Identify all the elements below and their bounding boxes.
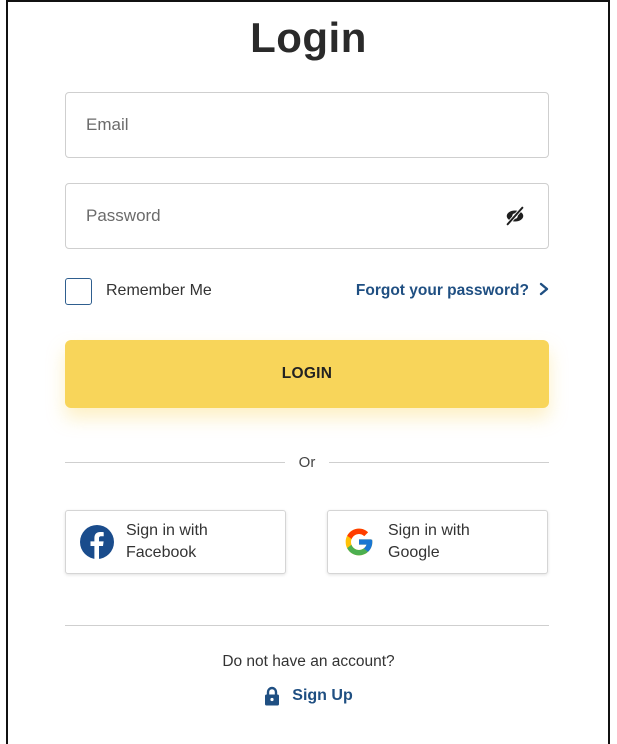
forgot-password-link[interactable]: Forgot your password? [356,282,549,301]
password-input[interactable] [86,184,502,248]
remember-label: Remember Me [106,282,212,299]
lock-icon [264,686,280,706]
divider-line-right [329,461,550,463]
email-field[interactable] [65,92,549,158]
facebook-signin-label: Sign in with Facebook [126,522,208,561]
remember-row: Remember Me Forgot your password? [65,277,549,305]
remember-checkbox[interactable] [65,277,92,305]
remember-me: Remember Me [65,277,212,305]
chevron-right-icon [539,282,549,301]
no-account-prompt: Do not have an account? [222,653,395,670]
forgot-password-label: Forgot your password? [355,282,529,299]
signup-label: Sign Up [292,687,353,704]
google-signin-label: Sign in with Google [388,522,470,561]
google-signin-button[interactable]: Sign in with Google [327,510,548,574]
divider-line-left [65,461,285,463]
email-input[interactable] [86,93,528,157]
google-icon [341,524,377,560]
login-button[interactable]: LOGIN [65,340,549,408]
signup-link[interactable]: Sign Up [0,686,617,706]
or-label: Or [298,453,316,471]
footer-divider [65,625,549,626]
or-divider: Or [65,452,550,472]
eye-slash-icon[interactable] [502,203,528,229]
facebook-icon [79,524,115,560]
password-field[interactable] [65,183,549,249]
page-title: Login [250,14,367,61]
facebook-signin-button[interactable]: Sign in with Facebook [65,510,286,574]
